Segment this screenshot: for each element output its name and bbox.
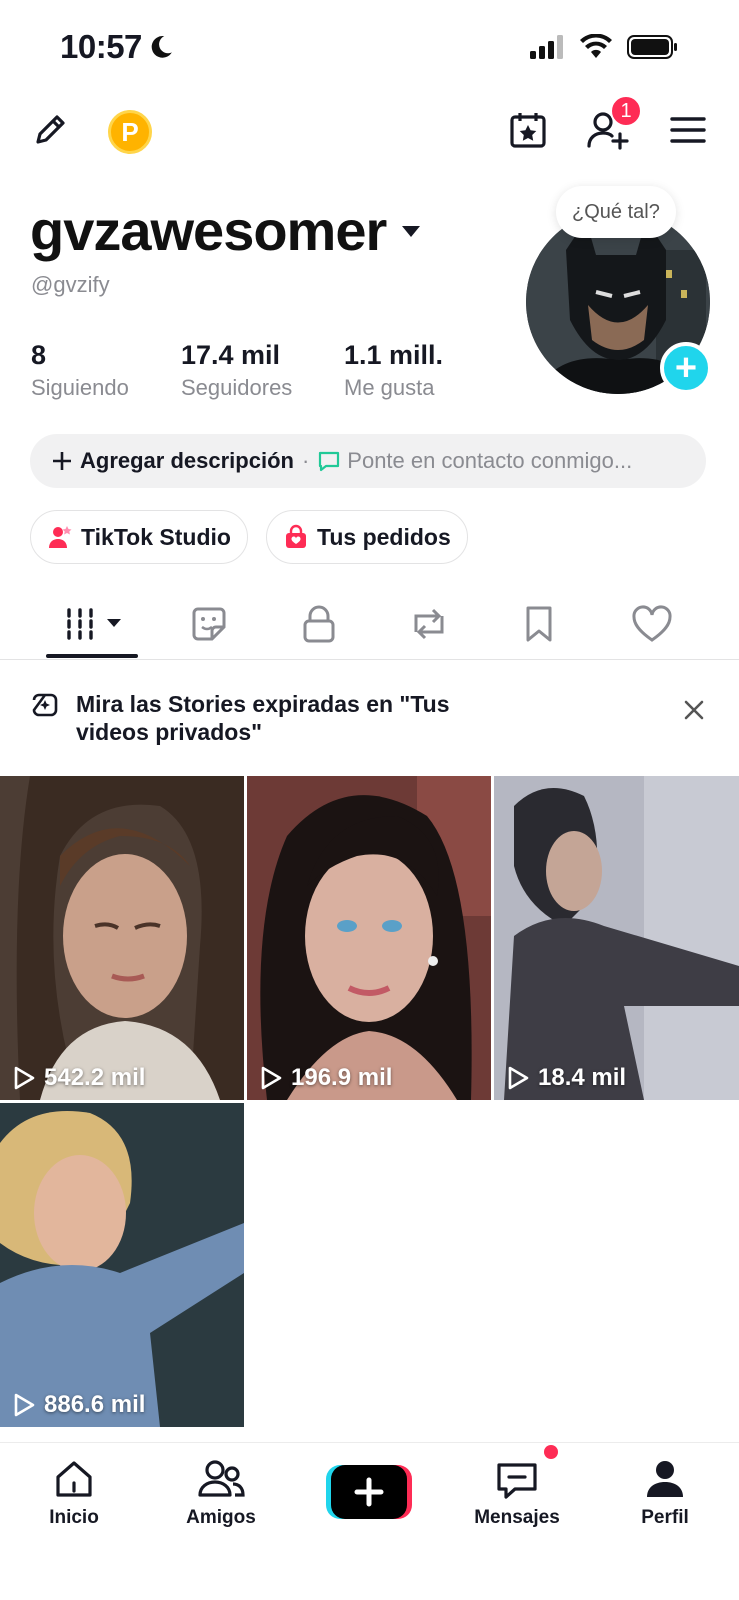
stat-label: Seguidores xyxy=(181,375,293,400)
orders-button[interactable]: Tus pedidos xyxy=(266,510,468,564)
tab-saved[interactable] xyxy=(517,602,561,646)
tab-liked[interactable] xyxy=(630,602,674,646)
stickers-icon xyxy=(192,607,226,641)
tiktok-studio-icon xyxy=(49,526,72,548)
user-handle: @gvzify xyxy=(31,272,110,297)
view-count: 18.4 mil xyxy=(506,1064,626,1092)
video-thumbnail-image xyxy=(0,1103,244,1427)
nav-label: Amigos xyxy=(186,1507,256,1528)
chat-bubble-icon xyxy=(319,451,340,472)
coin-letter: P xyxy=(121,116,139,147)
nav-label: Perfil xyxy=(641,1507,689,1528)
signal-icon xyxy=(530,35,563,59)
pill-label: Tus pedidos xyxy=(317,523,451,550)
nav-friends[interactable]: Amigos xyxy=(166,1457,276,1529)
stat-value: 1.1 mill. xyxy=(344,340,444,370)
video-thumbnail-image xyxy=(494,776,739,1100)
close-icon[interactable] xyxy=(680,696,708,724)
repost-icon xyxy=(414,608,444,640)
view-count-value: 18.4 mil xyxy=(538,1064,627,1091)
edit-pencil-icon[interactable] xyxy=(28,108,72,152)
home-icon xyxy=(56,1461,92,1497)
coin-icon[interactable]: P xyxy=(108,110,152,154)
create-button[interactable] xyxy=(326,1465,412,1519)
play-icon xyxy=(508,1066,529,1090)
video-thumbnail[interactable]: 886.6 mil xyxy=(0,1103,244,1427)
status-bubble[interactable]: ¿Qué tal? xyxy=(556,186,676,238)
tab-stickers[interactable] xyxy=(187,602,231,646)
video-thumbnail[interactable]: 196.9 mil xyxy=(247,776,491,1100)
profile-tabs xyxy=(0,584,739,660)
calendar-star-icon[interactable] xyxy=(506,108,550,152)
separator: · xyxy=(301,448,310,473)
play-icon xyxy=(261,1066,282,1090)
stat-value: 8 xyxy=(31,340,47,370)
stat-value: 17.4 mil xyxy=(181,340,281,370)
friends-icon xyxy=(198,1460,245,1497)
tab-videos[interactable] xyxy=(64,602,124,646)
tab-private[interactable] xyxy=(297,602,341,646)
nav-label: Inicio xyxy=(49,1507,99,1528)
view-count-value: 196.9 mil xyxy=(291,1064,393,1091)
tab-reposts[interactable] xyxy=(407,602,451,646)
stories-notice: Mira las Stories expiradas en "Tus video… xyxy=(30,690,710,746)
play-icon xyxy=(14,1066,35,1090)
notice-text[interactable]: Mira las Stories expiradas en "Tus video… xyxy=(76,690,506,746)
plus-icon xyxy=(53,452,71,470)
add-description-label[interactable]: Agregar descripción xyxy=(80,448,294,474)
create-plus-icon xyxy=(326,1465,412,1519)
stat-following[interactable]: 8 Siguiendo xyxy=(31,340,129,401)
video-thumbnail-image xyxy=(0,776,244,1100)
status-clock: 10:57 xyxy=(60,28,142,65)
contact-placeholder[interactable]: Ponte en contacto conmigo... xyxy=(347,448,632,474)
videos-grid-icon xyxy=(67,608,121,640)
video-thumbnail-image xyxy=(247,776,491,1100)
profile-icon xyxy=(647,1461,683,1497)
nav-messages[interactable]: Mensajes xyxy=(462,1457,572,1529)
view-count: 542.2 mil xyxy=(12,1064,145,1092)
stat-likes[interactable]: 1.1 mill. Me gusta xyxy=(344,340,443,401)
view-count-value: 886.6 mil xyxy=(44,1391,146,1418)
play-icon xyxy=(14,1393,35,1417)
shopping-bag-icon xyxy=(286,524,306,548)
status-time: 10:57 xyxy=(60,28,174,66)
notification-badge: 1 xyxy=(610,95,642,127)
unread-dot xyxy=(544,1445,558,1459)
video-thumbnail[interactable]: 18.4 mil xyxy=(494,776,739,1100)
status-indicators xyxy=(529,34,679,60)
nav-home[interactable]: Inicio xyxy=(19,1457,129,1529)
stat-followers[interactable]: 17.4 mil Seguidores xyxy=(181,340,292,401)
pill-label: TikTok Studio xyxy=(81,523,231,550)
bottom-navigation: Inicio Amigos Mensajes Perfil xyxy=(0,1442,739,1600)
nav-label: Mensajes xyxy=(474,1507,560,1528)
username: gvzawesomer xyxy=(30,199,387,262)
video-thumbnail[interactable]: 542.2 mil xyxy=(0,776,244,1100)
menu-icon[interactable] xyxy=(668,110,708,150)
view-count: 196.9 mil xyxy=(259,1064,392,1092)
moon-icon xyxy=(151,36,172,58)
stories-icon xyxy=(32,693,58,717)
tiktok-studio-button[interactable]: TikTok Studio xyxy=(30,510,248,564)
view-count: 886.6 mil xyxy=(12,1391,145,1419)
wifi-icon xyxy=(580,34,612,58)
description-bar[interactable]: Agregar descripción · Ponte en contacto … xyxy=(30,434,706,488)
stat-label: Siguiendo xyxy=(31,375,129,400)
username-row[interactable]: gvzawesomer xyxy=(30,198,422,263)
chevron-down-icon xyxy=(402,225,421,237)
add-story-icon[interactable]: + xyxy=(660,342,712,394)
active-tab-indicator xyxy=(46,654,138,658)
view-count-value: 542.2 mil xyxy=(44,1064,146,1091)
heart-icon xyxy=(632,605,672,642)
nav-profile[interactable]: Perfil xyxy=(610,1457,720,1529)
lock-icon xyxy=(303,605,335,643)
bookmark-icon xyxy=(526,606,552,642)
messages-icon xyxy=(497,1463,537,1499)
stat-label: Me gusta xyxy=(344,375,435,400)
battery-icon xyxy=(627,35,677,59)
